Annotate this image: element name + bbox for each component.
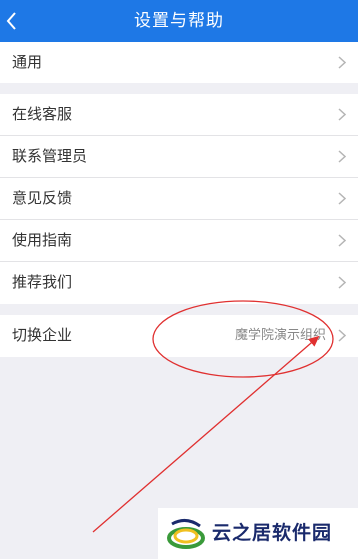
row-contact-admin[interactable]: 联系管理员 <box>0 136 358 178</box>
settings-group-help: 在线客服 联系管理员 意见反馈 使用指南 推荐我们 <box>0 94 358 304</box>
page-title: 设置与帮助 <box>134 11 224 31</box>
row-user-guide[interactable]: 使用指南 <box>0 220 358 262</box>
chevron-right-icon <box>338 276 346 289</box>
row-label: 切换企业 <box>12 326 73 344</box>
row-label: 通用 <box>12 53 43 71</box>
row-recommend[interactable]: 推荐我们 <box>0 262 358 303</box>
chevron-right-icon <box>338 192 346 205</box>
site-logo-icon <box>167 519 205 549</box>
row-label: 联系管理员 <box>12 147 88 165</box>
annotation-arrow <box>92 335 320 533</box>
row-label: 使用指南 <box>12 231 73 249</box>
current-enterprise-value: 魔学院演示组织 <box>234 328 326 343</box>
row-online-service[interactable]: 在线客服 <box>0 94 358 136</box>
chevron-right-icon <box>338 108 346 121</box>
chevron-right-icon <box>338 56 346 69</box>
row-general[interactable]: 通用 <box>0 42 358 83</box>
row-label: 推荐我们 <box>12 273 73 291</box>
nav-header: 设置与帮助 <box>0 0 358 42</box>
watermark-text: 云之居软件园 <box>212 522 333 544</box>
chevron-right-icon <box>338 329 346 342</box>
watermark: 云之居软件园 <box>158 508 358 559</box>
row-label: 在线客服 <box>12 105 73 123</box>
settings-group-enterprise: 切换企业 魔学院演示组织 <box>0 315 358 357</box>
row-label: 意见反馈 <box>12 189 73 207</box>
settings-group-general: 通用 <box>0 42 358 83</box>
row-feedback[interactable]: 意见反馈 <box>0 178 358 220</box>
chevron-right-icon <box>338 234 346 247</box>
chevron-right-icon <box>338 150 346 163</box>
row-switch-enterprise[interactable]: 切换企业 魔学院演示组织 <box>0 315 358 356</box>
